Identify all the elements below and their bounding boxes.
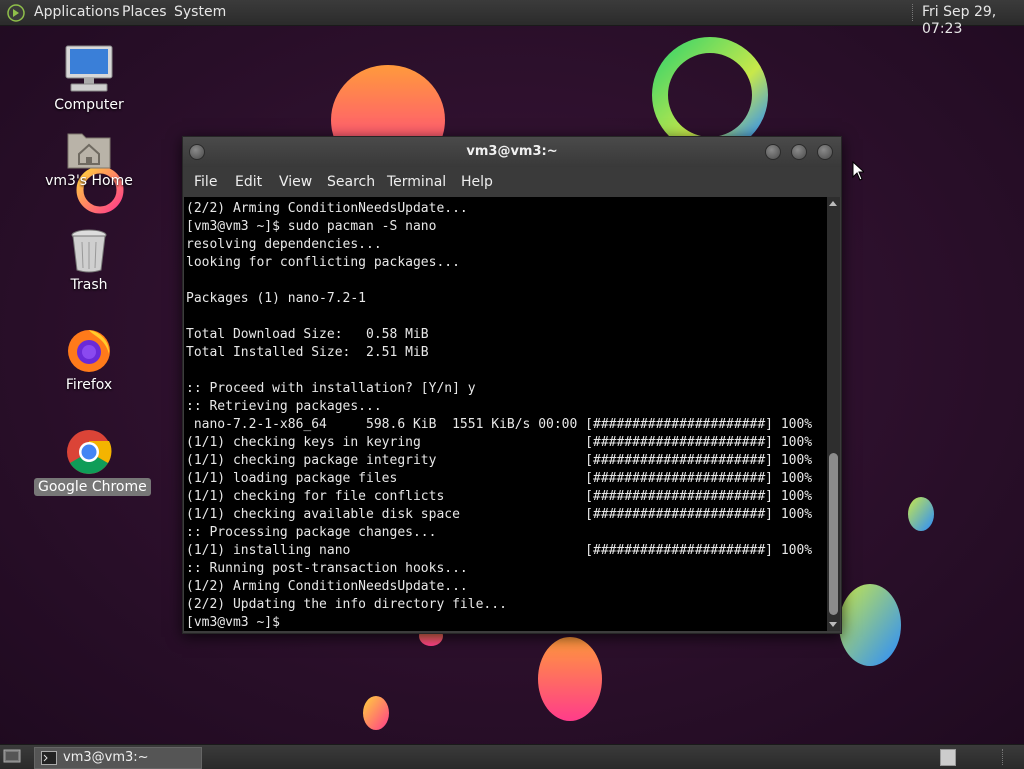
- panel-separator: [912, 4, 915, 21]
- applications-menu[interactable]: Applications: [34, 4, 120, 21]
- menu-view[interactable]: View: [279, 173, 312, 191]
- home-folder-icon: [67, 133, 111, 169]
- desktop-icon-trash[interactable]: Trash: [34, 228, 144, 294]
- desktop-icon-label: Google Chrome: [34, 478, 151, 496]
- terminal-scrollbar[interactable]: [827, 197, 840, 631]
- panel-separator: [1002, 749, 1005, 765]
- places-menu[interactable]: Places: [122, 4, 167, 21]
- scroll-thumb[interactable]: [829, 453, 838, 615]
- minimize-button[interactable]: [765, 144, 781, 160]
- system-menu[interactable]: System: [174, 4, 226, 21]
- scroll-up-icon[interactable]: [829, 201, 837, 206]
- desktop-icon-computer[interactable]: Computer: [34, 44, 144, 114]
- menu-edit[interactable]: Edit: [235, 173, 262, 191]
- taskbar-window-terminal[interactable]: vm3@vm3:~: [34, 747, 202, 769]
- top-panel: Applications Places System Fri Sep 29, 0…: [0, 0, 1024, 37]
- computer-icon: [65, 45, 113, 92]
- terminal-icon: [41, 751, 57, 765]
- menu-file[interactable]: File: [194, 173, 217, 191]
- bottom-panel: vm3@vm3:~: [0, 744, 1024, 769]
- terminal-menubar: File Edit View Search Terminal Help: [183, 167, 841, 197]
- desktop-icon-label: Firefox: [65, 377, 113, 393]
- terminal-output[interactable]: (2/2) Arming ConditionNeedsUpdate... [vm…: [184, 197, 827, 631]
- terminal-text: (2/2) Arming ConditionNeedsUpdate... [vm…: [186, 201, 813, 630]
- trash-icon: [71, 229, 107, 273]
- menu-terminal[interactable]: Terminal: [387, 173, 446, 191]
- clock[interactable]: Fri Sep 29, 07:23: [922, 4, 1024, 38]
- chrome-icon: [67, 430, 112, 474]
- menu-search[interactable]: Search: [327, 173, 375, 191]
- desktop-icon-label: Trash: [70, 277, 108, 293]
- show-desktop-icon[interactable]: [3, 748, 21, 765]
- window-title: vm3@vm3:~: [466, 144, 558, 159]
- menu-help[interactable]: Help: [461, 173, 493, 191]
- close-button[interactable]: [817, 144, 833, 160]
- workspace-switcher[interactable]: [940, 749, 956, 766]
- gnome-foot-icon[interactable]: [6, 3, 26, 23]
- window-titlebar[interactable]: vm3@vm3:~: [183, 137, 841, 167]
- scroll-down-icon[interactable]: [829, 622, 837, 627]
- desktop-icon-chrome[interactable]: Google Chrome: [34, 428, 151, 496]
- firefox-icon: [68, 330, 110, 372]
- desktop-icon-label: Computer: [54, 97, 124, 113]
- desktop-icon-firefox[interactable]: Firefox: [34, 326, 144, 394]
- maximize-button[interactable]: [791, 144, 807, 160]
- taskbar-window-label: vm3@vm3:~: [63, 750, 149, 765]
- mouse-cursor-icon: [852, 161, 864, 181]
- desktop-icon-label: vm3's Home: [45, 173, 133, 189]
- terminal-window[interactable]: vm3@vm3:~ File Edit View Search Terminal…: [182, 136, 842, 634]
- desktop-icon-home[interactable]: vm3's Home: [34, 128, 144, 190]
